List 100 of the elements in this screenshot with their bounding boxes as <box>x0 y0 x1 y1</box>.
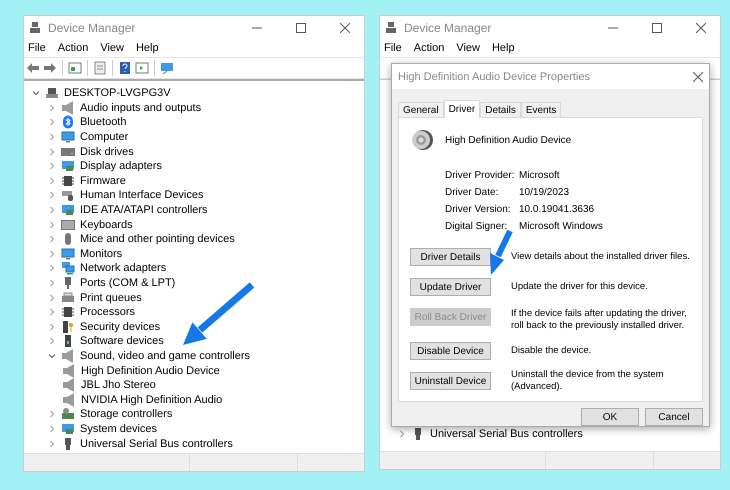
menu-item[interactable]: File <box>28 42 46 54</box>
tree-item[interactable]: IDE ATA/ATAPI controllers <box>80 204 208 216</box>
properties-icon[interactable] <box>93 61 107 75</box>
tree-item[interactable]: Universal Serial Bus controllers <box>430 428 583 440</box>
tree-item[interactable]: Ports (COM & LPT) <box>80 277 176 290</box>
tree-item[interactable]: System devices <box>80 422 158 435</box>
back-arrow-icon[interactable] <box>26 61 40 75</box>
device-manager-icon <box>28 21 42 35</box>
tree-item[interactable]: Keyboards <box>80 218 133 231</box>
tree-item[interactable]: DESKTOP-LVGPG3V <box>64 87 171 100</box>
field-value: 10.0.19041.3636 <box>519 204 596 215</box>
window-pane-icon[interactable] <box>68 61 82 75</box>
action-button[interactable]: Update Driver <box>410 278 491 296</box>
speaker-icon <box>61 100 75 115</box>
menu-item[interactable]: Action <box>414 42 444 54</box>
tree-item[interactable]: NVIDIA High Definition Audio <box>81 394 222 406</box>
window-pane-icon[interactable] <box>135 61 149 75</box>
action-button[interactable]: Uninstall Device <box>410 372 491 390</box>
keyboard-mouse-icon <box>61 188 75 202</box>
collapse-chevron-icon[interactable] <box>32 89 40 98</box>
action-description: Disable the device. <box>511 345 592 357</box>
field-value: Microsoft <box>519 170 561 181</box>
chip-icon <box>61 305 75 320</box>
window-title: Device Manager <box>48 21 136 35</box>
tree-item[interactable]: Universal Serial Bus controllers <box>80 438 233 450</box>
maximize-icon[interactable] <box>652 23 662 33</box>
dialog-button[interactable]: OK <box>581 408 639 426</box>
adapter-card-icon <box>61 203 75 218</box>
scan-monitor-icon[interactable] <box>160 61 174 75</box>
field-label: Driver Provider: <box>445 170 516 181</box>
speaker-icon <box>62 378 76 392</box>
close-icon[interactable] <box>693 72 703 82</box>
action-button[interactable]: Driver Details <box>410 248 491 266</box>
expand-chevron-icon[interactable] <box>398 430 406 438</box>
tree-item[interactable]: Sound, video and game controllers <box>80 350 250 362</box>
action-button[interactable]: Disable Device <box>410 342 491 360</box>
maximize-icon[interactable] <box>296 23 306 33</box>
tree-item[interactable]: Processors <box>80 306 136 318</box>
tree-item[interactable]: Mice and other pointing devices <box>80 233 235 246</box>
speaker-icon <box>61 348 75 363</box>
dialog-title: High Definition Audio Device Properties <box>398 70 591 83</box>
chip-icon <box>61 174 75 188</box>
network-icon <box>61 261 75 276</box>
bluetooth-icon <box>61 115 75 130</box>
tab[interactable]: Driver <box>444 100 480 118</box>
pointer-arrow <box>490 230 513 275</box>
speaker-icon <box>62 392 76 407</box>
tree-item[interactable]: Human Interface Devices <box>80 189 204 202</box>
tree-item[interactable]: Network adapters <box>80 262 166 274</box>
device-manager-icon <box>384 21 398 35</box>
tree-item[interactable]: High Definition Audio Device <box>81 364 220 377</box>
action-description: Update the driver for this device. <box>511 281 649 293</box>
adapter-card-icon <box>61 159 75 174</box>
field-label: Driver Version: <box>445 204 512 215</box>
menu-item[interactable]: View <box>456 42 480 54</box>
forward-arrow-icon[interactable] <box>43 61 57 75</box>
action-description: View details about the installed driver files. <box>511 251 691 263</box>
monitor-icon <box>61 246 75 261</box>
close-icon[interactable] <box>340 23 350 33</box>
pointer-arrow <box>183 282 254 345</box>
adapter-card-icon <box>61 422 75 436</box>
tab[interactable]: General <box>398 102 444 117</box>
action-description: Uninstall the device from the system (Advanced). <box>511 369 665 393</box>
security-device-icon <box>61 320 75 334</box>
tree-item[interactable]: Software devices <box>80 335 164 348</box>
window-title: Device Manager <box>404 21 492 35</box>
tree-item[interactable]: Audio inputs and outputs <box>80 102 202 114</box>
tree-item[interactable]: Monitors <box>80 248 122 260</box>
action-description: If the device fails after updating the driver, roll back to the previously installed driver. <box>511 308 688 332</box>
collapse-chevron-icon[interactable] <box>48 352 56 360</box>
menu-item[interactable]: Help <box>492 42 515 54</box>
tree-item[interactable]: JBL Jho Stereo <box>81 379 156 392</box>
printer-icon <box>61 290 75 305</box>
field-value: Microsoft Windows <box>519 221 604 232</box>
tree-item[interactable]: Disk drives <box>80 146 134 158</box>
tree-item[interactable]: Bluetooth <box>80 116 126 128</box>
dialog-button[interactable]: Cancel <box>645 408 703 426</box>
tree-item[interactable]: Print queues <box>80 292 142 304</box>
menu-item[interactable]: View <box>100 42 124 54</box>
speaker-icon <box>62 364 76 378</box>
speaker-icon <box>410 128 434 152</box>
menu-item[interactable]: Action <box>58 42 88 54</box>
field-label: Driver Date: <box>445 187 500 198</box>
tree-item[interactable]: Storage controllers <box>80 408 172 420</box>
tree-item[interactable]: Display adapters <box>80 160 162 172</box>
close-icon[interactable] <box>696 23 706 33</box>
tree-item[interactable]: Firmware <box>80 174 126 187</box>
menu-item[interactable]: Help <box>136 42 159 54</box>
tree-item[interactable]: Computer <box>80 131 128 144</box>
tab[interactable]: Events <box>520 102 562 117</box>
field-value: 10/19/2023 <box>519 187 570 198</box>
menu-item[interactable]: File <box>384 42 402 54</box>
tab[interactable]: Details <box>480 102 521 117</box>
keyboard-icon <box>61 218 75 232</box>
computer-icon <box>45 86 59 100</box>
tree-item[interactable]: Security devices <box>80 320 160 333</box>
device-name: High Definition Audio Device <box>445 134 572 146</box>
field-label: Digital Signer: <box>445 221 508 232</box>
help-icon[interactable] <box>118 61 132 75</box>
monitor-icon <box>61 130 75 144</box>
